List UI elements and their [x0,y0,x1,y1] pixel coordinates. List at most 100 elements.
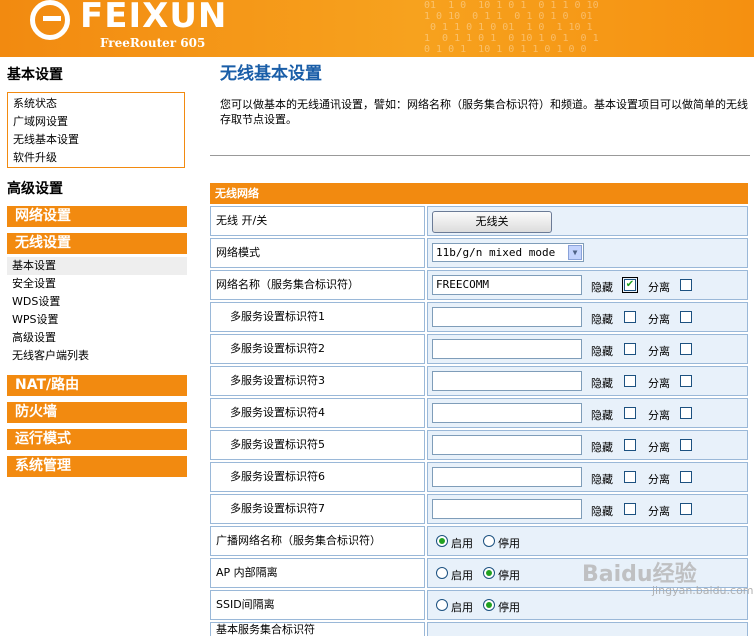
multi-ssid-label: 多服务设置标识符7 [210,494,425,524]
ssid-input[interactable]: FREECOMM [432,275,582,295]
network-mode-select[interactable]: 11b/g/n mixed mode ▼ [432,243,584,262]
enable-label: 启用 [451,569,473,582]
hide-checkbox[interactable] [624,407,636,419]
ssid-isolation-disable-radio[interactable] [483,599,495,611]
chevron-down-icon[interactable]: ▼ [568,245,582,260]
isolate-label: 分离 [648,473,670,486]
ap-isolation-disable-radio[interactable] [483,567,495,579]
broadcast-ssid-label: 广播网络名称（服务集合标识符） [210,526,425,556]
isolate-checkbox[interactable] [680,343,692,355]
bssid-label: 基本服务集合标识符 [210,622,425,636]
multi-ssid-input[interactable] [432,499,582,519]
hide-checkbox[interactable] [624,503,636,515]
row-multi-ssid-5: 多服务设置标识符5 隐藏 分离 [210,430,750,460]
sidebar-system-admin[interactable]: 系统管理 [7,456,187,477]
feixun-logo-icon [30,0,70,40]
baidu-watermark-url: jingyan.baidu.com [652,584,754,597]
broadcast-enable-radio[interactable] [436,535,448,547]
multi-ssid-label: 多服务设置标识符6 [210,462,425,492]
hide-label: 隐藏 [591,441,613,454]
wireless-off-button[interactable]: 无线关 [432,211,552,233]
network-mode-value: 11b/g/n mixed mode [436,246,556,259]
row-broadcast-ssid: 广播网络名称（服务集合标识符） 启用 停用 [210,526,750,556]
isolate-label: 分离 [648,505,670,518]
model-name: FreeRouter 605 [100,36,206,50]
sidebar-item-firmware[interactable]: 软件升级 [13,149,179,167]
row-network-mode: 网络模式 11b/g/n mixed mode ▼ [210,238,750,268]
enable-label: 启用 [451,537,473,550]
sidebar-item-security[interactable]: 安全设置 [7,275,187,293]
isolate-checkbox[interactable] [680,375,692,387]
multi-ssid-label: 多服务设置标识符2 [210,334,425,364]
multi-ssid-label: 多服务设置标识符1 [210,302,425,332]
isolate-checkbox[interactable] [680,503,692,515]
hide-label: 隐藏 [591,409,613,422]
wireless-submenu: 基本设置 安全设置 WDS设置 WPS设置 高级设置 无线客户端列表 [7,257,187,369]
isolate-checkbox[interactable] [680,439,692,451]
sidebar-item-wan[interactable]: 广域网设置 [13,113,179,131]
isolate-checkbox[interactable] [680,407,692,419]
sidebar-firewall[interactable]: 防火墙 [7,402,187,423]
sidebar-item-advanced[interactable]: 高级设置 [7,329,187,347]
header-banner: 01 1 0 10 1 0 1 0 1 1 0 10 1 0 10 0 1 1 … [0,0,754,57]
ssid-label: 网络名称（服务集合标识符） [210,270,425,300]
ap-isolation-enable-radio[interactable] [436,567,448,579]
row-multi-ssid-2: 多服务设置标识符2 隐藏 分离 [210,334,750,364]
multi-ssid-input[interactable] [432,339,582,359]
sidebar-nat-routing[interactable]: NAT/路由 [7,375,187,396]
advanced-settings-heading: 高级设置 [7,181,63,197]
multi-ssid-input[interactable] [432,435,582,455]
multi-ssid-input[interactable] [432,467,582,487]
hide-label: 隐藏 [591,505,613,518]
row-multi-ssid-6: 多服务设置标识符6 隐藏 分离 [210,462,750,492]
ssid-isolation-enable-radio[interactable] [436,599,448,611]
network-mode-label: 网络模式 [210,238,425,268]
isolate-label: 分离 [648,281,670,294]
hide-checkbox[interactable] [624,311,636,323]
sidebar-item-wps[interactable]: WPS设置 [7,311,187,329]
isolate-label: 分离 [648,409,670,422]
sidebar-item-wds[interactable]: WDS设置 [7,293,187,311]
hide-checkbox[interactable] [624,375,636,387]
hide-label: 隐藏 [591,473,613,486]
sidebar-item-system-status[interactable]: 系统状态 [13,95,179,113]
isolate-checkbox[interactable] [680,471,692,483]
sidebar-item-basic[interactable]: 基本设置 [7,257,187,275]
panel-heading: 无线网络 [210,183,748,204]
row-wireless-toggle: 无线 开/关 无线关 [210,206,750,236]
isolate-label: 分离 [648,441,670,454]
sidebar-network-settings[interactable]: 网络设置 [7,206,187,227]
basic-settings-heading: 基本设置 [7,67,63,83]
hide-checkbox[interactable]: ✔ [622,277,638,293]
divider [210,155,750,156]
multi-ssid-input[interactable] [432,307,582,327]
row-ssid: 网络名称（服务集合标识符） FREECOMM 隐藏 ✔ 分离 [210,270,750,300]
hide-label: 隐藏 [591,377,613,390]
isolate-label: 分离 [648,313,670,326]
basic-settings-box: 系统状态 广域网设置 无线基本设置 软件升级 [7,92,185,168]
multi-ssid-input[interactable] [432,371,582,391]
multi-ssid-input[interactable] [432,403,582,423]
hide-label: 隐藏 [591,345,613,358]
row-multi-ssid-7: 多服务设置标识符7 隐藏 分离 [210,494,750,524]
hide-checkbox[interactable] [624,471,636,483]
multi-ssid-label: 多服务设置标识符3 [210,366,425,396]
hide-label: 隐藏 [591,281,613,294]
sidebar-item-wireless-basic[interactable]: 无线基本设置 [13,131,179,149]
hide-label: 隐藏 [591,313,613,326]
hide-checkbox[interactable] [624,439,636,451]
isolate-label: 分离 [648,377,670,390]
sidebar-operation-mode[interactable]: 运行模式 [7,429,187,450]
page-title: 无线基本设置 [220,64,322,84]
hide-checkbox[interactable] [624,343,636,355]
sidebar-wireless-settings[interactable]: 无线设置 [7,233,187,254]
page-description: 您可以做基本的无线通讯设置，譬如：网络名称（服务集合标识符）和频道。基本设置项目… [220,98,748,126]
row-bssid: 基本服务集合标识符 [210,622,750,636]
sidebar-item-client-list[interactable]: 无线客户端列表 [7,347,187,365]
ssid-isolation-label: SSID间隔离 [210,590,425,620]
isolate-checkbox[interactable] [680,279,692,291]
isolate-checkbox[interactable] [680,311,692,323]
broadcast-disable-radio[interactable] [483,535,495,547]
row-multi-ssid-1: 多服务设置标识符1 隐藏 分离 [210,302,750,332]
disable-label: 停用 [498,601,520,614]
